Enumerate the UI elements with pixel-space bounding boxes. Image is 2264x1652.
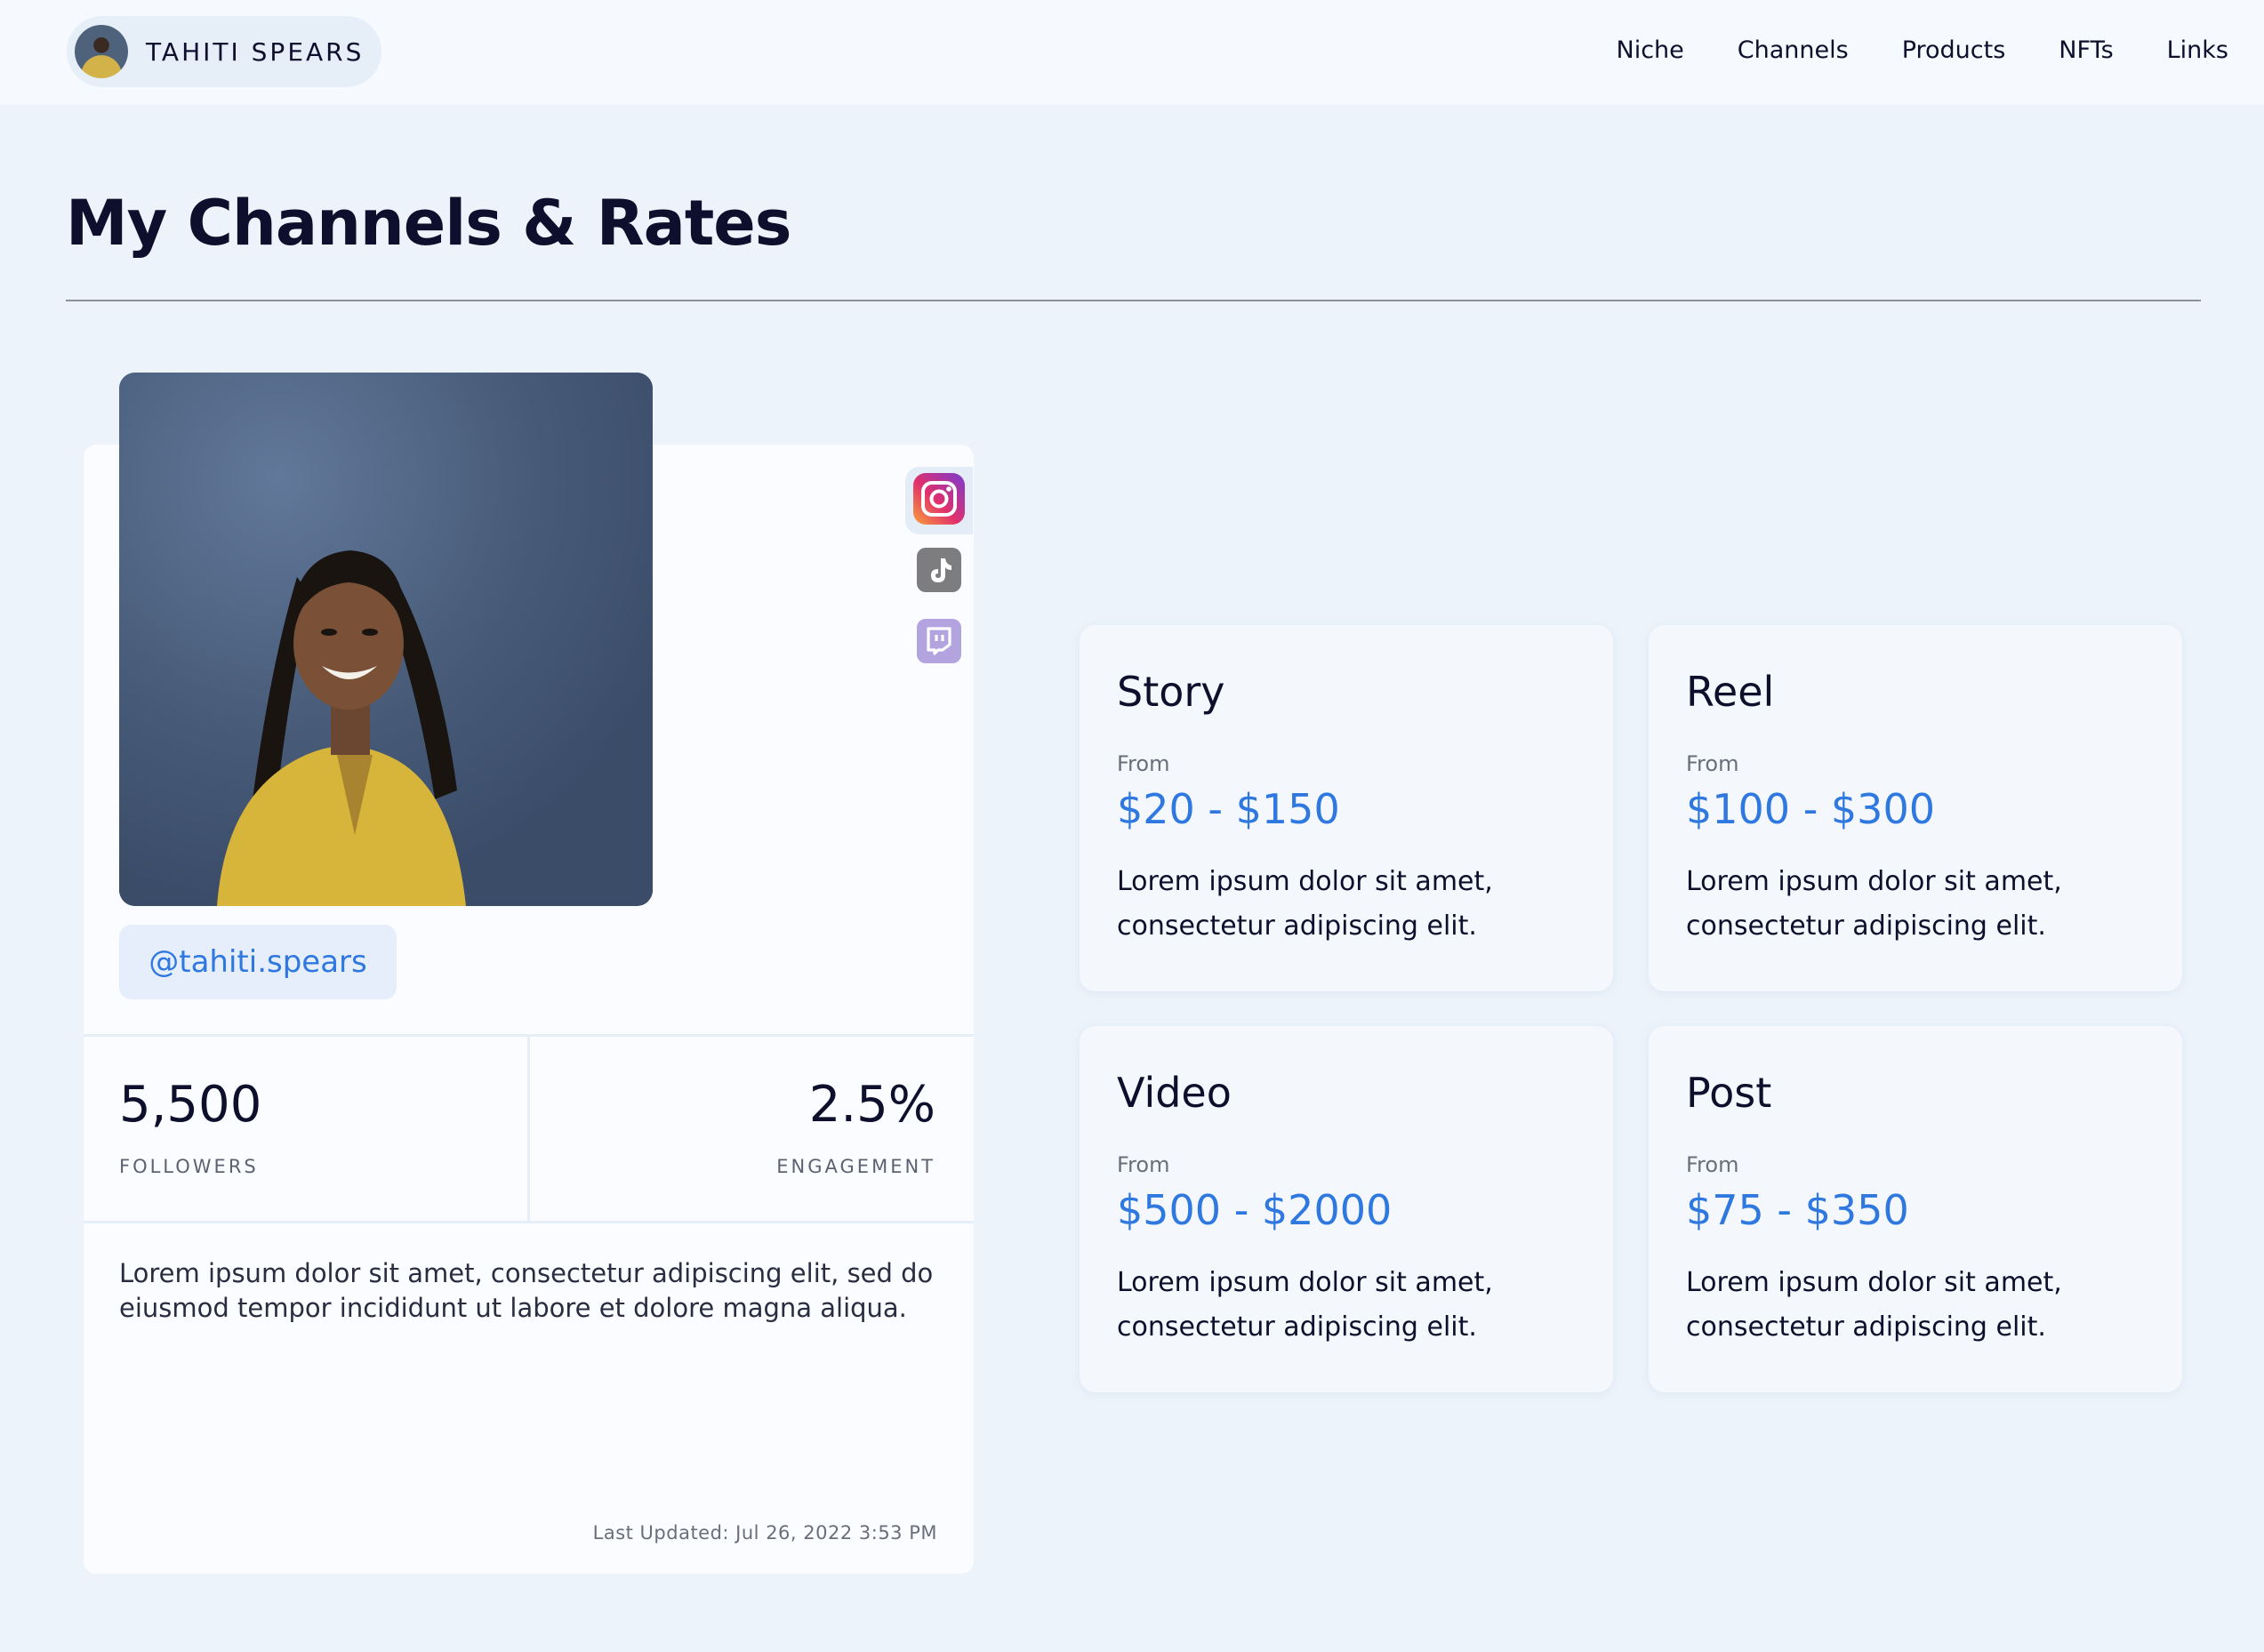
rate-title: Story bbox=[1117, 668, 1225, 716]
rate-card-reel[interactable]: Reel From $100 - $300 Lorem ipsum dolor … bbox=[1649, 625, 2182, 991]
page-title: My Channels & Rates bbox=[66, 187, 791, 260]
engagement-value: 2.5% bbox=[808, 1076, 935, 1134]
rate-price: $75 - $350 bbox=[1686, 1186, 1909, 1234]
title-divider bbox=[66, 300, 2201, 301]
rate-card-post[interactable]: Post From $75 - $350 Lorem ipsum dolor s… bbox=[1649, 1026, 2182, 1392]
last-updated: Last Updated: Jul 26, 2022 3:53 PM bbox=[592, 1522, 937, 1544]
profile-pill[interactable]: TAHITI SPEARS bbox=[67, 16, 381, 87]
profile-handle[interactable]: @tahiti.spears bbox=[119, 925, 397, 999]
profile-photo bbox=[119, 373, 653, 906]
engagement-label: ENGAGEMENT bbox=[776, 1156, 935, 1177]
rate-from-label: From bbox=[1686, 1152, 1739, 1177]
profile-name: TAHITI SPEARS bbox=[146, 36, 365, 67]
main-nav: Niche Channels Products NFTs Links bbox=[1563, 0, 2229, 100]
rate-title: Reel bbox=[1686, 668, 1775, 716]
profile-bio: Lorem ipsum dolor sit amet, consectetur … bbox=[119, 1258, 934, 1323]
top-navbar: TAHITI SPEARS Niche Channels Products NF… bbox=[0, 0, 2264, 105]
twitch-channel-button[interactable] bbox=[905, 609, 973, 677]
nav-products[interactable]: Products bbox=[1902, 36, 2006, 64]
rate-description: Lorem ipsum dolor sit amet, consectetur … bbox=[1117, 1267, 1493, 1343]
nav-nfts[interactable]: NFTs bbox=[2059, 36, 2113, 64]
tiktok-channel-button[interactable] bbox=[905, 538, 973, 605]
rate-card-story[interactable]: Story From $20 - $150 Lorem ipsum dolor … bbox=[1080, 625, 1613, 991]
rate-price: $100 - $300 bbox=[1686, 785, 1935, 833]
rate-title: Video bbox=[1117, 1069, 1232, 1117]
instagram-channel-button[interactable] bbox=[905, 467, 973, 534]
rate-price: $20 - $150 bbox=[1117, 785, 1340, 833]
avatar bbox=[75, 25, 128, 78]
stats-divider-bottom bbox=[84, 1221, 974, 1223]
rate-title: Post bbox=[1686, 1069, 1772, 1117]
stats-divider-middle bbox=[527, 1034, 530, 1223]
rate-description: Lorem ipsum dolor sit amet, consectetur … bbox=[1117, 866, 1493, 942]
channel-switcher bbox=[905, 467, 973, 689]
rate-price: $500 - $2000 bbox=[1117, 1186, 1393, 1234]
rate-description: Lorem ipsum dolor sit amet, consectetur … bbox=[1686, 866, 2062, 942]
twitch-icon bbox=[917, 618, 961, 668]
rate-from-label: From bbox=[1686, 751, 1739, 776]
nav-channels[interactable]: Channels bbox=[1738, 36, 1849, 64]
rate-from-label: From bbox=[1117, 1152, 1170, 1177]
instagram-icon bbox=[913, 472, 965, 529]
rate-card-video[interactable]: Video From $500 - $2000 Lorem ipsum dolo… bbox=[1080, 1026, 1613, 1392]
nav-niche[interactable]: Niche bbox=[1617, 36, 1684, 64]
followers-label: FOLLOWERS bbox=[119, 1156, 259, 1177]
tiktok-icon bbox=[917, 547, 961, 597]
followers-value: 5,500 bbox=[119, 1076, 262, 1134]
rate-description: Lorem ipsum dolor sit amet, consectetur … bbox=[1686, 1267, 2062, 1343]
rate-from-label: From bbox=[1117, 751, 1170, 776]
nav-links[interactable]: Links bbox=[2167, 36, 2228, 64]
